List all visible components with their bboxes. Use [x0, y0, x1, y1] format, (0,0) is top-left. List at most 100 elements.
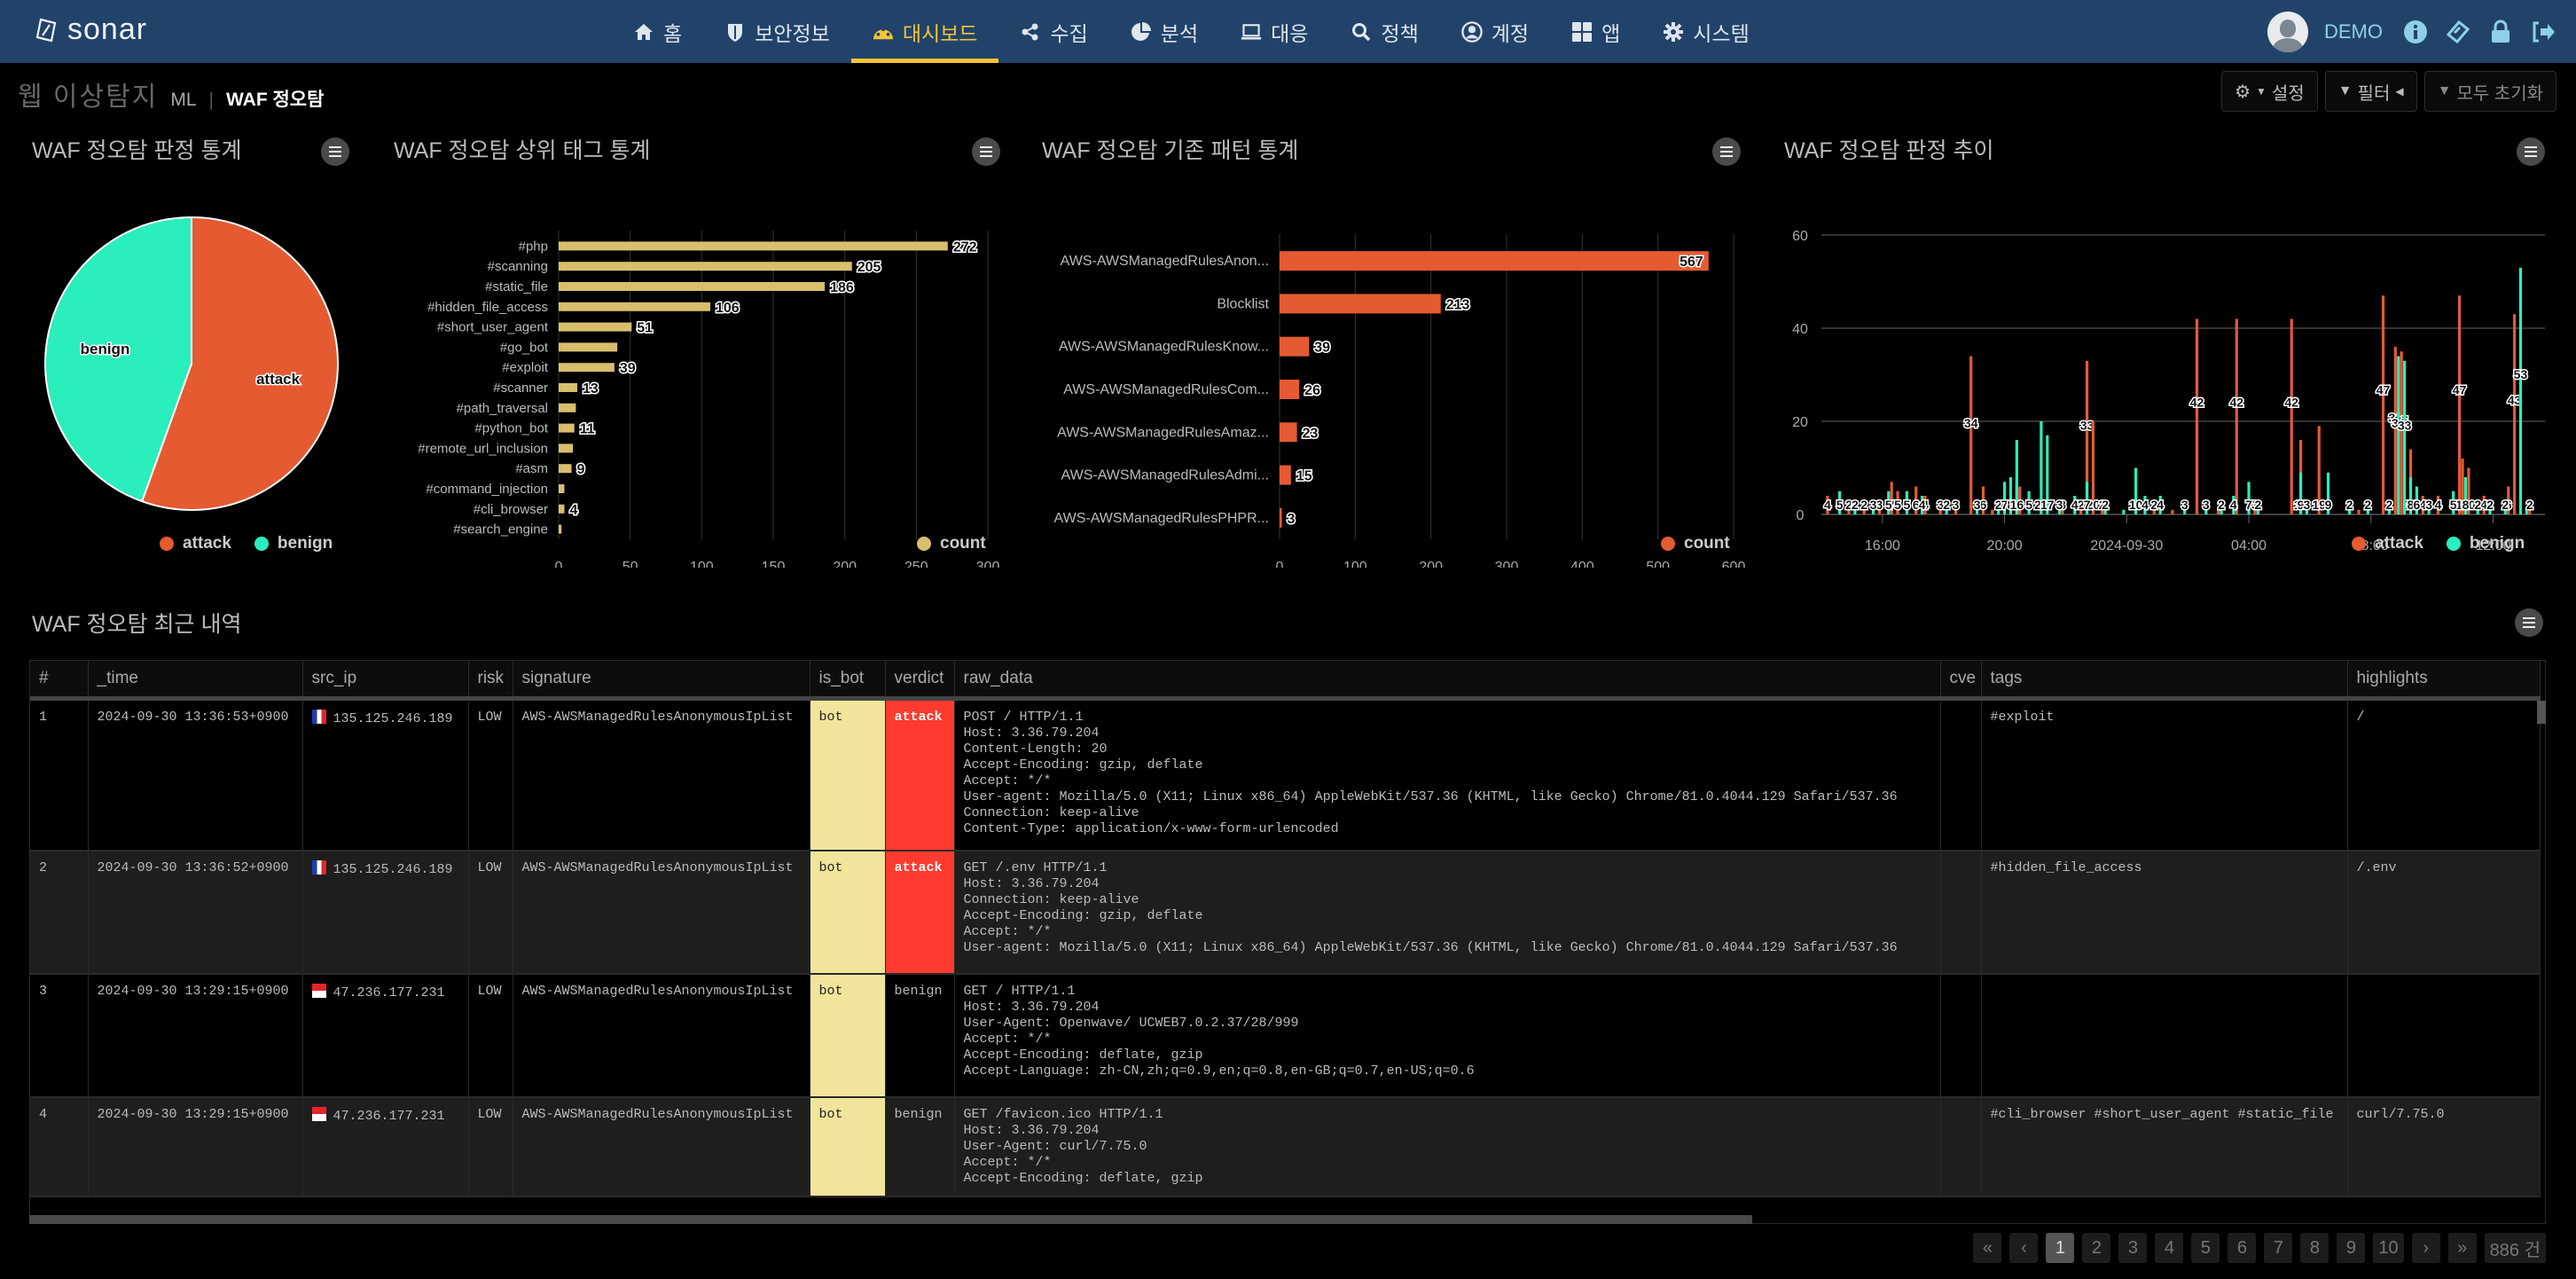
bar[interactable] [559, 403, 576, 412]
bar-benign[interactable] [2403, 360, 2407, 514]
column-header-time[interactable]: _time [88, 661, 303, 701]
bar[interactable] [559, 524, 562, 534]
bar-attack[interactable] [2457, 295, 2462, 514]
bar-benign[interactable] [2518, 267, 2523, 514]
column-header-risk[interactable]: risk [468, 661, 513, 701]
column-header-verdict[interactable]: verdict [885, 661, 955, 701]
page-button-10[interactable]: 10 [2373, 1233, 2404, 1263]
page-button-2[interactable]: 2 [2082, 1233, 2111, 1263]
bar-attack[interactable] [2393, 347, 2397, 514]
nav-item-1[interactable]: 보안정보 [703, 0, 851, 63]
settings-button[interactable]: ⚙ ▼ 설정 [2221, 71, 2318, 112]
column-header-isbot[interactable]: is_bot [810, 661, 886, 701]
avatar[interactable] [2267, 11, 2308, 52]
bar[interactable] [559, 383, 577, 392]
bar[interactable] [559, 282, 826, 291]
bar-attack[interactable] [1969, 356, 1973, 515]
bar-benign[interactable] [2525, 509, 2528, 514]
bar[interactable] [559, 241, 948, 251]
column-header-tags[interactable]: tags [1981, 661, 2348, 701]
page-button-5[interactable]: 5 [2191, 1233, 2220, 1263]
bar[interactable] [559, 423, 575, 433]
bar-attack[interactable] [2290, 318, 2293, 515]
bar[interactable] [559, 484, 565, 493]
nav-item-5[interactable]: 대응 [1219, 0, 1329, 63]
bar-benign[interactable] [2122, 509, 2126, 514]
bar[interactable] [559, 302, 711, 311]
src-ip-value[interactable]: 135.125.246.189 [333, 711, 453, 726]
table-row[interactable]: 4 2024-09-30 13:29:15+0900 47.236.177.231 L… [30, 1097, 2541, 1197]
breadcrumb-parent[interactable]: ML [170, 90, 196, 111]
column-header-signature[interactable]: signature [513, 661, 810, 701]
bar[interactable] [1280, 465, 1291, 485]
info-icon[interactable] [2402, 19, 2429, 45]
lock-icon[interactable] [2487, 19, 2514, 45]
brand-logo[interactable]: sonar [32, 12, 147, 47]
panel-menu-button[interactable] [2517, 137, 2545, 166]
page-button-3[interactable]: 3 [2118, 1233, 2148, 1263]
page-button-8[interactable]: 8 [2300, 1233, 2329, 1263]
nav-item-2[interactable]: 대시보드 [850, 0, 999, 63]
logout-icon[interactable] [2530, 19, 2556, 45]
user-name[interactable]: DEMO [2324, 20, 2383, 43]
nav-item-3[interactable]: 수집 [998, 0, 1108, 63]
bar[interactable] [1280, 422, 1297, 443]
src-ip-value[interactable]: 47.236.177.231 [333, 1109, 445, 1124]
bar-attack[interactable] [1991, 509, 1994, 514]
legend-item-attack[interactable]: attack [160, 534, 231, 553]
page-button-6[interactable]: 6 [2228, 1233, 2257, 1263]
column-header-[interactable]: # [30, 661, 89, 701]
nav-item-7[interactable]: 계정 [1440, 0, 1550, 63]
bar-attack[interactable] [2400, 351, 2403, 514]
column-header-cve[interactable]: cve [1940, 661, 1982, 701]
panel-menu-button[interactable] [321, 137, 349, 166]
page-button-1[interactable]: 1 [2046, 1233, 2075, 1263]
bar[interactable] [559, 342, 618, 352]
src-ip-value[interactable]: 135.125.246.189 [333, 862, 453, 877]
column-header-highlights[interactable]: highlights [2347, 661, 2541, 701]
vertical-scrollbar[interactable] [2537, 701, 2546, 724]
bar[interactable] [1280, 294, 1441, 314]
src-ip-value[interactable]: 47.236.177.231 [333, 985, 445, 1000]
bar[interactable] [559, 504, 565, 514]
filter-button[interactable]: ▼ 필터 ◀ [2324, 71, 2417, 112]
ticket-icon[interactable] [2445, 19, 2471, 45]
column-header-srcip[interactable]: src_ip [302, 661, 469, 701]
bar-attack[interactable] [2357, 509, 2361, 514]
bar-attack[interactable] [2381, 295, 2385, 514]
legend-item-count[interactable]: count [917, 534, 986, 553]
bar[interactable] [1280, 507, 1282, 528]
bar[interactable] [1280, 380, 1300, 399]
legend-item-benign[interactable]: benign [254, 534, 333, 553]
bar[interactable] [1280, 251, 1709, 271]
page-button-4[interactable]: 4 [2155, 1233, 2184, 1263]
bar-attack[interactable] [2235, 318, 2238, 515]
table-row[interactable]: 1 2024-09-30 13:36:53+0900 135.125.246.189… [30, 698, 2541, 851]
page-button-9[interactable]: 9 [2337, 1233, 2366, 1263]
nav-item-8[interactable]: 앱 [1550, 0, 1641, 63]
next-page-button[interactable]: › [2411, 1233, 2440, 1263]
nav-item-0[interactable]: 홈 [612, 0, 703, 63]
bar[interactable] [559, 443, 574, 453]
reset-all-button[interactable]: ▼ 모두 초기화 [2423, 71, 2556, 112]
bar[interactable] [559, 262, 852, 271]
bar-attack[interactable] [2512, 314, 2517, 514]
legend-item-attack[interactable]: attack [2352, 534, 2423, 553]
bar-benign[interactable] [2397, 356, 2400, 515]
table-row[interactable]: 2 2024-09-30 13:36:52+0900 135.125.246.189… [30, 851, 2541, 975]
page-button-7[interactable]: 7 [2264, 1233, 2293, 1263]
nav-item-4[interactable]: 분석 [1109, 0, 1219, 63]
table-menu-button[interactable] [2515, 608, 2543, 637]
nav-item-6[interactable]: 정책 [1329, 0, 1439, 63]
panel-menu-button[interactable] [1712, 137, 1741, 166]
bar[interactable] [559, 464, 572, 474]
bar[interactable] [559, 363, 615, 373]
table-row[interactable]: 3 2024-09-30 13:29:15+0900 47.236.177.231 L… [30, 974, 2541, 1098]
bar[interactable] [1280, 336, 1310, 357]
bar[interactable] [559, 322, 632, 332]
nav-item-9[interactable]: 시스템 [1641, 0, 1770, 63]
horizontal-scrollbar[interactable] [29, 1215, 1752, 1224]
prev-page-button[interactable]: ‹ [2009, 1233, 2039, 1263]
legend-item-count[interactable]: count [1661, 534, 1730, 553]
legend-item-benign[interactable]: benign [2446, 534, 2525, 553]
